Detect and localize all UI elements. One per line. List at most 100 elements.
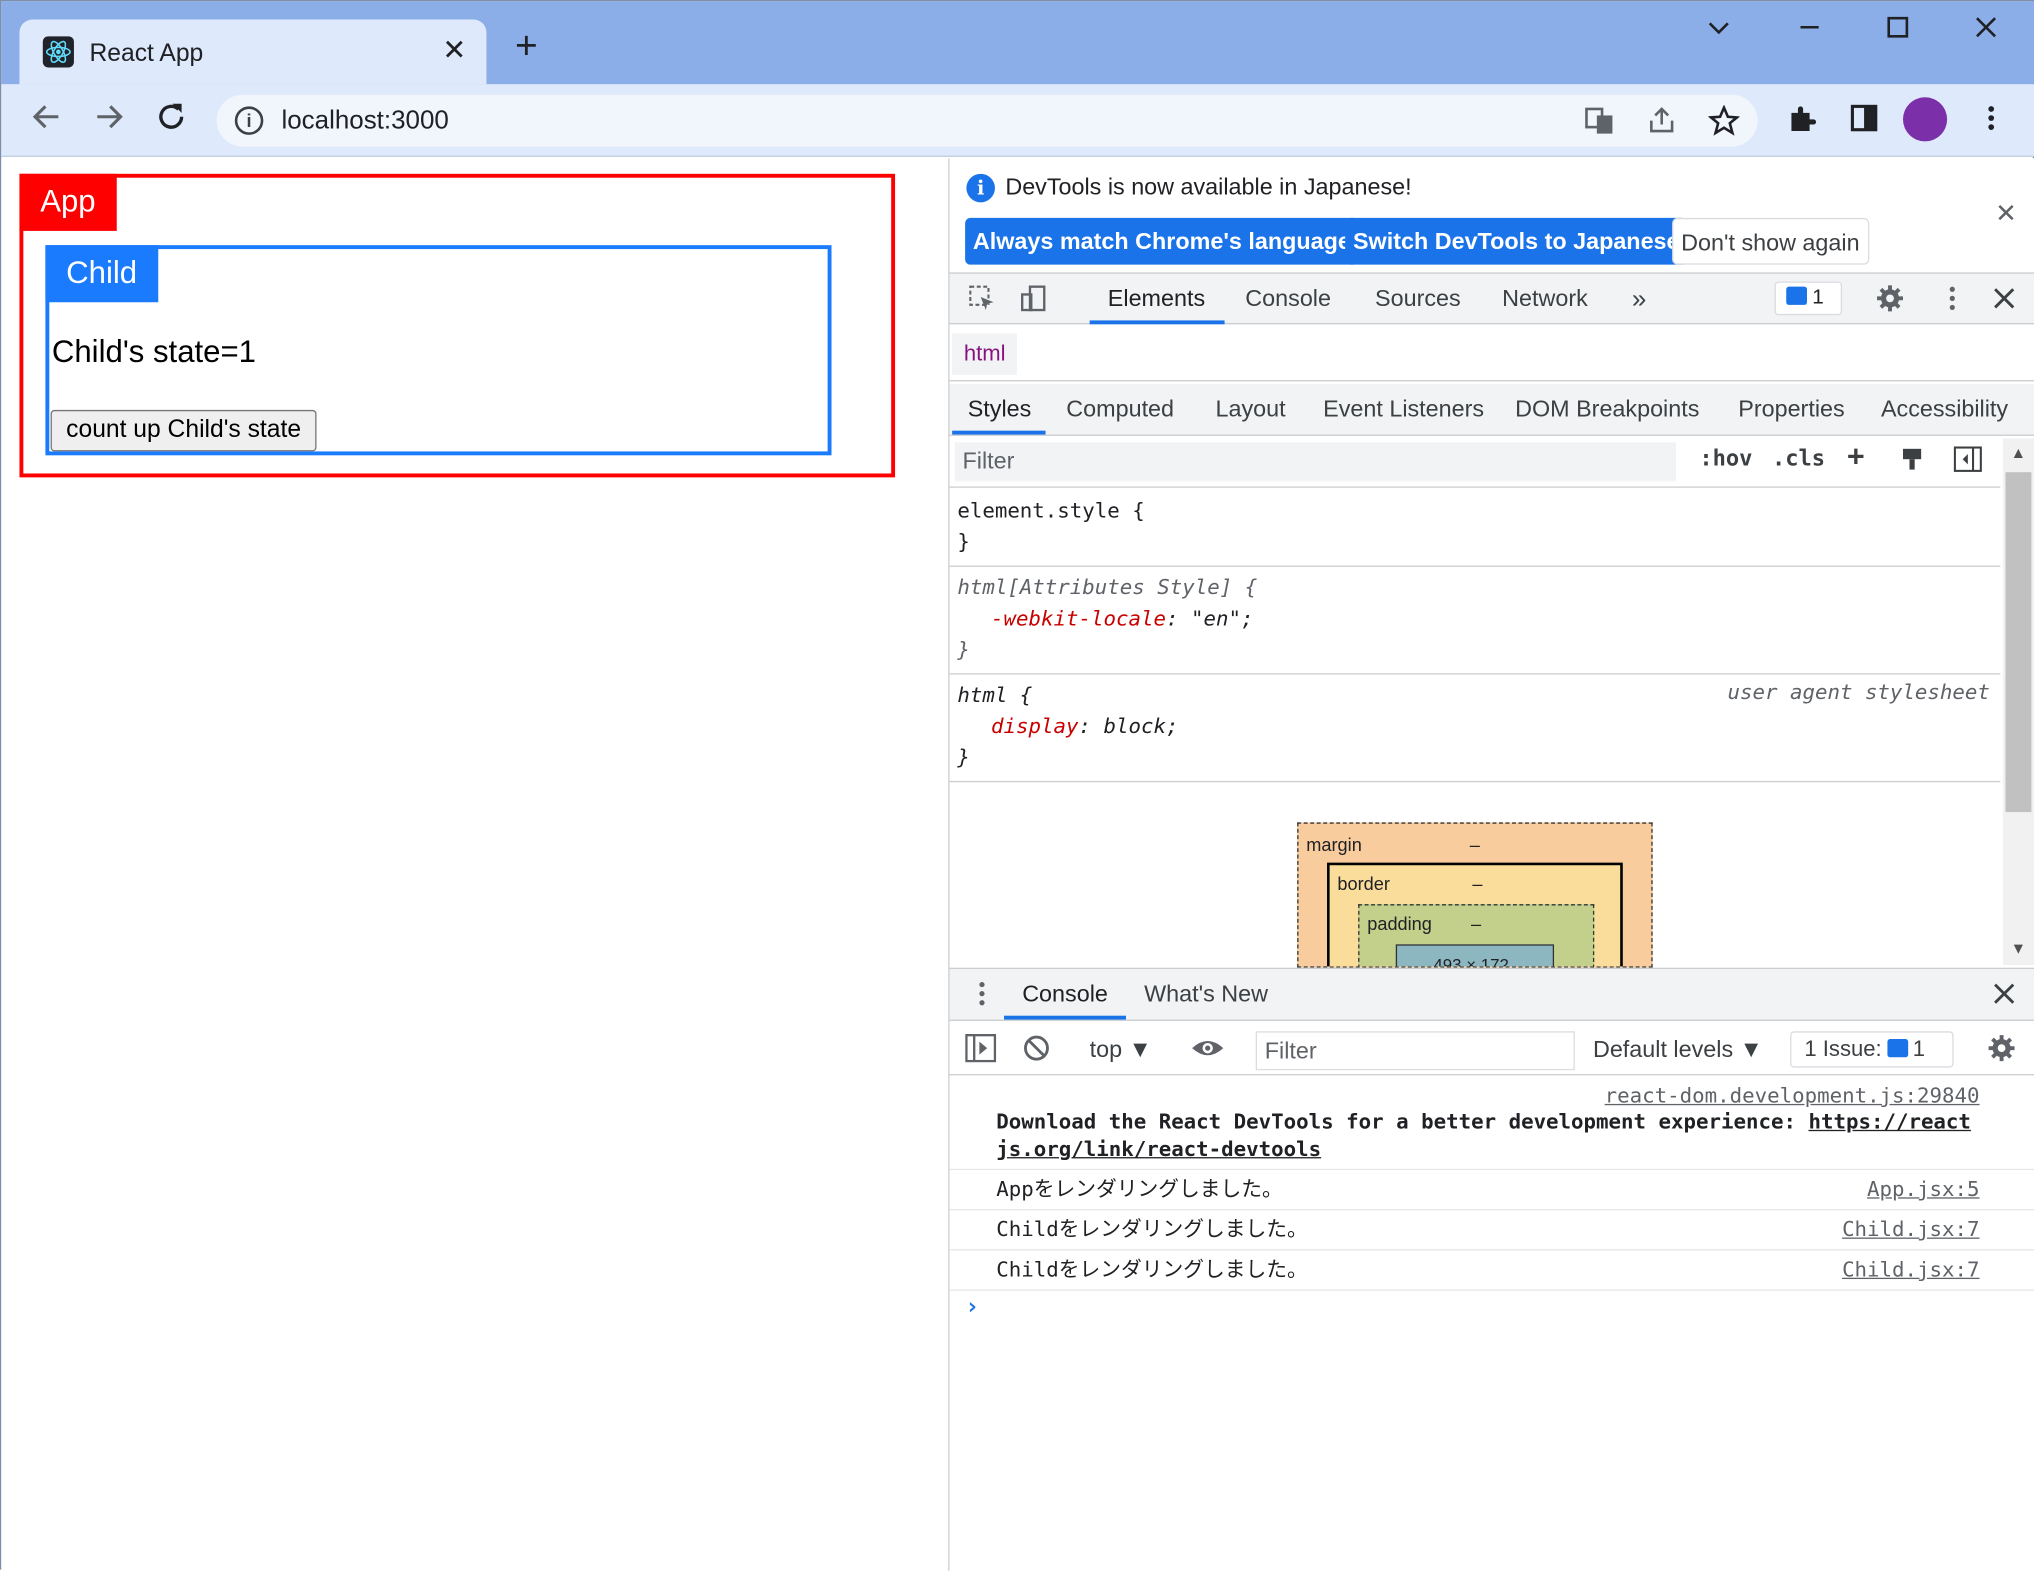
console-prompt-row[interactable]: › <box>950 1291 2034 1330</box>
always-match-language-button[interactable]: Always match Chrome's language <box>965 217 1359 265</box>
site-info-icon[interactable]: i <box>234 106 264 135</box>
more-menu-icon[interactable] <box>1976 102 2007 142</box>
message-source-link[interactable]: Child.jsx:7 <box>1842 1257 1979 1282</box>
settings-gear-icon[interactable] <box>1876 284 1905 320</box>
styles-scrollbar[interactable]: ▲ ▼ <box>2002 438 2034 966</box>
new-tab-button[interactable]: + <box>515 27 538 66</box>
clear-console-icon[interactable] <box>1022 1034 1051 1070</box>
breadcrumb-html[interactable]: html <box>952 333 1018 375</box>
more-tabs-icon[interactable]: » <box>1632 285 1646 315</box>
close-devtools-icon[interactable] <box>1990 284 2019 320</box>
dont-show-again-button[interactable]: Don't show again <box>1672 217 1869 265</box>
padding-value[interactable]: – <box>1471 913 1481 934</box>
toggle-sidebar-icon[interactable] <box>1953 446 1983 478</box>
minimize-icon[interactable] <box>1797 14 1823 48</box>
tab-elements[interactable]: Elements <box>1108 285 1205 312</box>
extensions-icon[interactable] <box>1786 102 1817 142</box>
tab-computed[interactable]: Computed <box>1066 396 1174 423</box>
rule-selector[interactable]: element.style { <box>957 496 1992 527</box>
drawer-tab-whats-new[interactable]: What's New <box>1144 981 1268 1008</box>
log-levels-value: Default levels <box>1592 1036 1734 1063</box>
tab-title: React App <box>89 40 204 68</box>
tab-properties[interactable]: Properties <box>1738 396 1844 423</box>
scroll-down-icon[interactable]: ▼ <box>2011 939 2026 957</box>
style-rule-html: user agent stylesheet html { display: bl… <box>949 675 2001 783</box>
side-panel-icon[interactable] <box>1849 102 1880 142</box>
console-issues-button[interactable]: 1 Issue: 1 <box>1790 1031 1954 1068</box>
message-text: Childをレンダリングしました。 <box>996 1216 1308 1242</box>
styles-filter-input[interactable]: Filter <box>954 442 1676 482</box>
style-rule-attributes: html[Attributes Style] { -webkit-locale:… <box>949 567 2001 675</box>
device-toolbar-icon[interactable] <box>1020 284 1049 320</box>
child-state-text: Child's state=1 <box>51 334 256 370</box>
new-style-rule-icon[interactable]: + <box>1847 441 1864 473</box>
close-window-icon[interactable] <box>1973 14 1999 48</box>
content-size: 493 × 172 <box>1433 954 1509 968</box>
count-up-button[interactable]: count up Child's state <box>50 409 317 452</box>
console-message: Appをレンダリングしました。 App.jsx:5 <box>949 1170 2034 1211</box>
address-bar[interactable]: i localhost:3000 <box>216 94 1758 147</box>
tab-layout[interactable]: Layout <box>1215 396 1285 423</box>
child-component-box: Child Child's state=1 count up Child's s… <box>45 245 832 456</box>
browser-tab[interactable]: React App ✕ <box>19 19 487 85</box>
log-levels-dropdown[interactable]: Default levels ▼ <box>1593 1036 1763 1063</box>
title-bar: React App ✕ + <box>1 1 2034 85</box>
console-prompt-icon: › <box>965 1293 980 1321</box>
profile-avatar[interactable] <box>1902 97 1948 142</box>
message-source-link[interactable]: react-dom.development.js:29840 <box>996 1083 1980 1108</box>
banner-close-icon[interactable]: ✕ <box>1995 197 2017 229</box>
property-value: "en"; <box>1190 605 1254 631</box>
tab-search-icon[interactable] <box>1706 14 1732 48</box>
box-content[interactable]: 493 × 172 <box>1395 944 1555 968</box>
border-value[interactable]: – <box>1472 873 1482 894</box>
drawer-tab-console[interactable]: Console <box>1022 981 1108 1008</box>
forward-icon[interactable] <box>92 100 126 140</box>
tab-event-listeners[interactable]: Event Listeners <box>1323 396 1484 423</box>
inspect-element-icon[interactable] <box>968 284 997 320</box>
margin-value[interactable]: – <box>1470 834 1480 855</box>
context-selector[interactable]: top ▼ <box>1090 1036 1152 1063</box>
scrollbar-thumb[interactable] <box>2005 472 2032 813</box>
tab-dom-breakpoints[interactable]: DOM Breakpoints <box>1515 396 1699 423</box>
issues-badge[interactable]: 1 <box>1774 281 1843 316</box>
console-settings-gear-icon[interactable] <box>1987 1034 2016 1070</box>
active-subtab-indicator <box>952 430 1046 435</box>
share-icon[interactable] <box>1646 105 1677 144</box>
context-value: top <box>1089 1036 1123 1063</box>
live-expression-eye-icon[interactable] <box>1191 1034 1225 1070</box>
tab-styles[interactable]: Styles <box>968 396 1032 423</box>
tab-close-icon[interactable]: ✕ <box>442 34 466 68</box>
box-model-diagram: margin – border – padding – 493 × 172 <box>1297 822 1653 968</box>
message-text: Appをレンダリングしました。 <box>996 1176 1283 1202</box>
bookmark-star-icon[interactable] <box>1707 104 1741 144</box>
hov-toggle[interactable]: :hov <box>1699 446 1752 472</box>
drawer-menu-icon[interactable] <box>968 979 997 1015</box>
message-source-link[interactable]: Child.jsx:7 <box>1842 1217 1979 1242</box>
console-filter-input[interactable]: Filter <box>1255 1031 1575 1071</box>
paint-icon[interactable] <box>1899 446 1925 478</box>
tab-console[interactable]: Console <box>1245 285 1331 312</box>
switch-to-japanese-button[interactable]: Switch DevTools to Japanese <box>1345 217 1688 265</box>
tab-sources[interactable]: Sources <box>1375 285 1461 312</box>
console-sidebar-icon[interactable] <box>965 1033 997 1070</box>
property-value: block; <box>1103 713 1179 739</box>
message-source-link[interactable]: App.jsx:5 <box>1867 1177 1979 1202</box>
cls-toggle[interactable]: .cls <box>1772 446 1825 472</box>
tab-network[interactable]: Network <box>1502 285 1588 312</box>
translate-icon[interactable] <box>1584 105 1615 144</box>
tab-accessibility[interactable]: Accessibility <box>1881 396 2008 423</box>
issues-count: 1 <box>1912 1036 1926 1062</box>
devtools-more-icon[interactable] <box>1938 284 1967 320</box>
maximize-icon[interactable] <box>1885 14 1911 48</box>
scroll-up-icon[interactable]: ▲ <box>2011 444 2026 462</box>
margin-label: margin <box>1306 834 1362 855</box>
close-drawer-icon[interactable] <box>1990 979 2019 1015</box>
property-name: -webkit-locale <box>991 605 1167 631</box>
reload-icon[interactable] <box>154 100 188 140</box>
language-banner: i DevTools is now available in Japanese!… <box>949 158 2034 270</box>
console-drawer: Console What's New top ▼ Filter Default … <box>949 967 2034 1571</box>
rule-property: -webkit-locale: "en"; <box>991 605 1254 631</box>
back-icon[interactable] <box>30 100 64 140</box>
active-tab-indicator <box>1089 320 1225 325</box>
padding-label: padding <box>1367 913 1432 934</box>
